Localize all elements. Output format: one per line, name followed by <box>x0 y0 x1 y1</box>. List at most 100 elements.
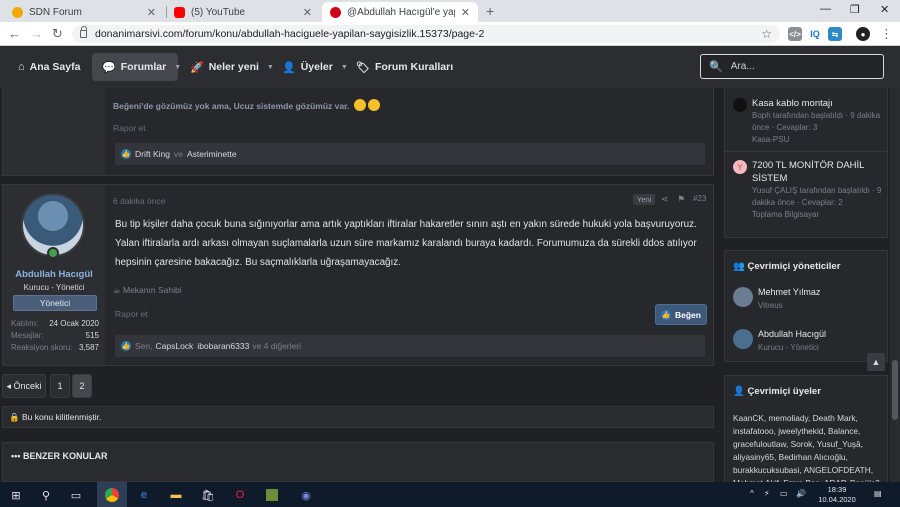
avatar <box>733 329 753 349</box>
reaction-bar[interactable]: 👍 Drift King ve Asteriminette <box>115 143 705 165</box>
tab-youtube[interactable]: (5) YouTube ✕ <box>166 2 320 22</box>
minecraft-icon[interactable] <box>262 485 282 505</box>
username[interactable]: Abdullah Hacıgül <box>3 269 105 280</box>
profile-avatar-icon[interactable]: ● <box>856 27 870 41</box>
pager-page-2[interactable]: 2 <box>72 374 92 398</box>
section-title: 👥 Çevrimiçi yöneticiler <box>733 261 841 272</box>
url-text: donanimarsivi.com/forum/konu/abdullah-ha… <box>95 28 485 40</box>
locked-notice: 🔒 Bu konu kilitlenmiştir. <box>2 406 714 428</box>
user-pane <box>3 88 105 175</box>
search-icon[interactable]: ⚲ <box>36 485 56 505</box>
thread-content: Beğeni'de gözümüz yok ama, Ucuz sistemde… <box>0 88 900 482</box>
tab-current-thread[interactable]: @Abdullah Hacıgül'e yapılan say... ✕ <box>322 2 478 22</box>
new-badge: Yeni <box>633 194 656 205</box>
nav-home[interactable]: ⌂ Ana Sayfa <box>8 53 90 81</box>
moderator-item[interactable]: Abdullah Hacıgül Kurucu - Yönetici <box>733 329 883 359</box>
post-signature: ☕ Mekanın Sahibi <box>113 285 182 295</box>
post-23: Abdullah Hacıgül Kurucu - Yönetici Yönet… <box>2 184 714 366</box>
back-icon[interactable]: ← <box>8 26 21 41</box>
nav-whats-new[interactable]: 🚀 Neler yeni ▼ <box>180 53 284 81</box>
home-icon: ⌂ <box>18 61 25 73</box>
bookmark-icon[interactable]: ⚑ <box>677 194 685 205</box>
page-scrollbar[interactable] <box>890 88 900 482</box>
task-view-icon[interactable]: ▭ <box>66 485 86 505</box>
dh-icon <box>330 6 341 18</box>
pager-page-1[interactable]: 1 <box>50 374 70 398</box>
battery-icon[interactable]: ▭ <box>780 489 788 498</box>
moderator-item[interactable]: Mehmet Yılmaz Vitreus <box>733 287 883 317</box>
windows-start-icon[interactable]: ⊞ <box>6 485 26 505</box>
close-icon[interactable]: ✕ <box>147 6 156 19</box>
like-icon: 👍 <box>121 341 131 351</box>
rocket-icon: 🚀 <box>190 61 204 74</box>
sidebar-thread[interactable]: Y 7200 TL MONİTÖR DAHİL SİSTEM Yusuf ÇAL… <box>733 159 883 221</box>
pager-prev-button[interactable]: ◂ Önceki <box>2 374 46 398</box>
liker-link[interactable]: Drift King <box>135 149 170 159</box>
tab-title: @Abdullah Hacıgül'e yapılan say... <box>347 6 455 18</box>
liker-link[interactable]: ibobaran6333 <box>197 341 249 351</box>
chevron-left-icon: ◂ <box>6 380 11 391</box>
forward-icon[interactable]: → <box>30 26 43 41</box>
url-input[interactable]: donanimarsivi.com/forum/konu/abdullah-ha… <box>72 25 780 43</box>
online-status-icon <box>47 247 59 259</box>
volume-icon[interactable]: 🔊 <box>796 489 806 498</box>
new-tab-button[interactable]: + <box>486 3 494 19</box>
iq-extension-icon[interactable]: IQ <box>808 27 822 41</box>
online-members-list[interactable]: KaanCK, memoliady, Death Mark, instafato… <box>733 412 883 482</box>
like-icon: 👍 <box>661 309 671 320</box>
user-pane: Abdullah Hacıgül Kurucu - Yönetici Yönet… <box>3 185 105 365</box>
translate-extension-icon[interactable]: ⇆ <box>828 27 842 41</box>
like-button[interactable]: 👍 Beğen <box>655 304 707 325</box>
file-explorer-icon[interactable]: ▬ <box>166 485 186 505</box>
close-icon[interactable]: ✕ <box>461 6 470 19</box>
reload-icon[interactable]: ↻ <box>52 26 63 42</box>
sdn-icon <box>12 6 23 18</box>
tab-title: SDN Forum <box>29 6 82 18</box>
post-previous: Beğeni'de gözümüz yok ama, Ucuz sistemde… <box>2 88 714 176</box>
liker-link[interactable]: Asteriminette <box>187 149 237 159</box>
close-window-icon[interactable]: ✕ <box>880 3 889 16</box>
chrome-icon[interactable] <box>97 482 127 507</box>
users-icon: 👥 <box>733 261 745 272</box>
likers-more-link[interactable]: ve 4 diğerleri <box>252 341 301 351</box>
scrollbar-thumb[interactable] <box>892 360 898 420</box>
edge-icon[interactable]: e <box>134 485 154 505</box>
system-clock[interactable]: 18:39 10.04.2020 <box>812 485 862 505</box>
sidebar-online-moderators: 👥 Çevrimiçi yöneticiler Mehmet Yılmaz Vi… <box>724 250 888 362</box>
menu-icon[interactable]: ⋮ <box>880 26 893 42</box>
reaction-bar[interactable]: 👍 Sen, CapsLock ibobaran6333 ve 4 diğerl… <box>115 335 705 357</box>
bookmark-star-icon[interactable]: ☆ <box>761 27 772 41</box>
stat-reaction-score: Reaksiyon skoru: 3,587 <box>11 343 99 352</box>
search-input[interactable]: 🔍 Ara... <box>700 54 884 79</box>
nav-forums[interactable]: 💬 Forumlar ▼ <box>92 53 181 81</box>
nav-rules[interactable]: 🏷 Forum Kuralları <box>346 53 463 81</box>
minimize-icon[interactable]: — <box>820 3 831 15</box>
report-link[interactable]: Rapor et <box>113 123 705 133</box>
sidebar-thread[interactable]: Kasa kablo montajı Boph tarafından başla… <box>733 97 883 146</box>
store-icon[interactable]: 🛍 <box>198 485 218 505</box>
post-body: Bu tip kişiler daha çocuk buna sığınıyor… <box>115 219 697 268</box>
sidebar-online-members: 👤 Çevrimiçi üyeler KaanCK, memoliady, De… <box>724 375 888 482</box>
opera-icon[interactable]: O <box>230 485 250 505</box>
scroll-to-top-button[interactable]: ▲ <box>867 353 885 371</box>
tray-chevron-icon[interactable]: ^ <box>750 489 754 498</box>
site-navigation: ⌂ Ana Sayfa 💬 Forumlar ▼ 🚀 Neler yeni ▼ 👤 Üyel… <box>0 46 900 88</box>
report-link[interactable]: Rapor et <box>115 309 148 319</box>
user-avatar-icon: Y <box>733 160 747 174</box>
maximize-icon[interactable]: ❐ <box>850 3 860 16</box>
share-icon[interactable]: ⋖ <box>661 194 669 205</box>
liker-link[interactable]: CapsLock <box>156 341 194 351</box>
tab-sdn-forum[interactable]: SDN Forum ✕ <box>4 2 164 22</box>
windows-taskbar: ⊞ ⚲ ▭ e ▬ 🛍 O ◉ ^ ⚡ ▭ 🔊 18:39 10.04.2020… <box>0 482 900 507</box>
tag-icon: 🏷 <box>356 61 370 74</box>
close-icon[interactable]: ✕ <box>303 6 312 19</box>
extension-icon[interactable]: </> <box>788 27 802 41</box>
post-number[interactable]: #23 <box>693 194 706 203</box>
notifications-icon[interactable]: ▤ <box>874 489 882 498</box>
like-icon: 👍 <box>121 149 131 159</box>
post-time[interactable]: 6 dakika önce <box>113 196 165 206</box>
coffee-icon: ☕ <box>113 285 121 295</box>
nav-members[interactable]: 👤 Üyeler ▼ <box>272 53 358 81</box>
discord-icon[interactable]: ◉ <box>296 485 316 505</box>
network-icon[interactable]: ⚡ <box>764 489 770 498</box>
